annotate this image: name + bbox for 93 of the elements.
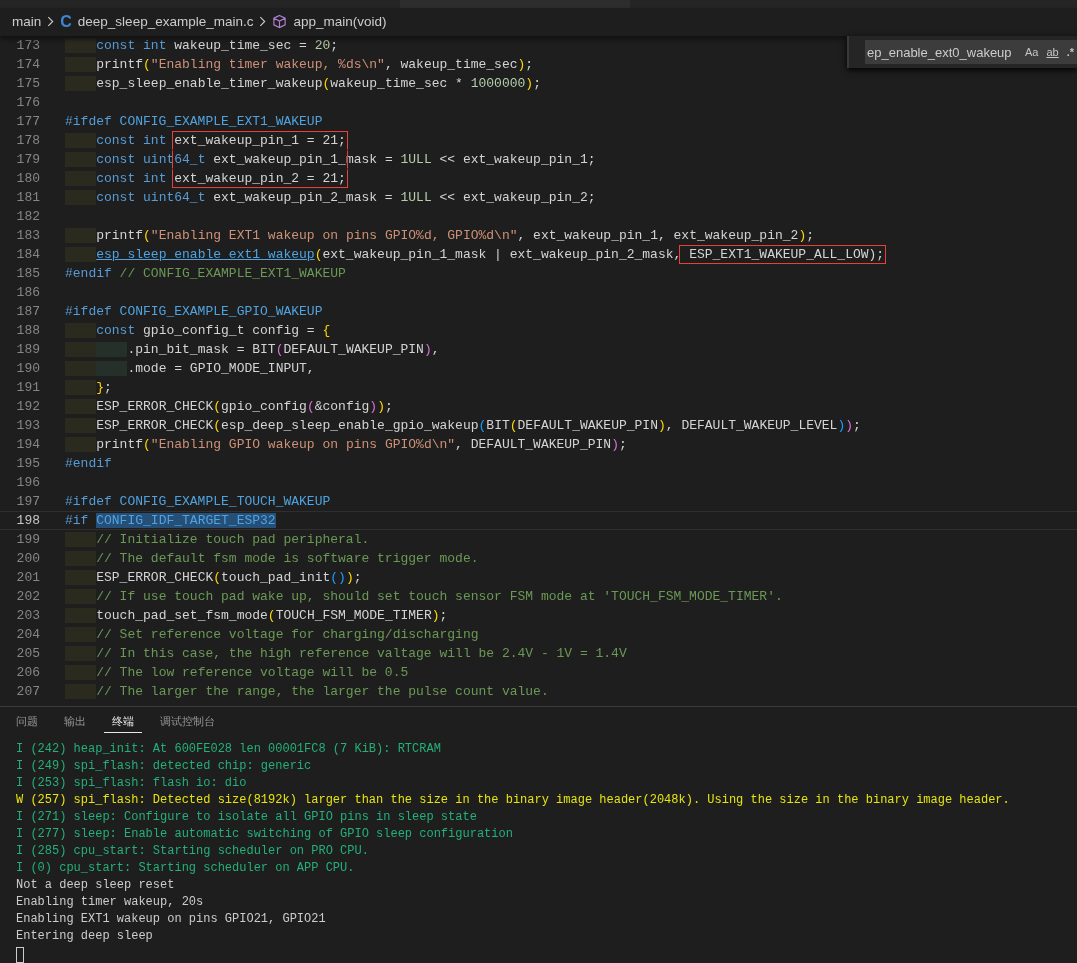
line-number: 201 [15,569,40,587]
line-number: 184 [15,246,40,264]
code-line: #ifdef CONFIG_EXAMPLE_GPIO_WAKEUP [65,304,323,319]
line-number: 185 [15,265,40,283]
line-number: 178 [15,132,40,150]
code-line: // In this case, the high reference valtage will be 2.4V - 1V = 1.4V [65,646,627,661]
code-line: .pin_bit_mask = BIT(DEFAULT_WAKEUP_PIN), [65,342,440,357]
code-line: // If use touch pad wake up, should set touch sensor FSM mode at 'TOUCH_FSM_MODE_TIMER'. [65,589,783,604]
terminal-line: I (277) sleep: Enable automatic switching of GPIO sleep configuration [16,826,513,843]
code-line: ESP_ERROR_CHECK(gpio_config(&config)); [65,399,393,414]
line-number: 204 [15,626,40,644]
terminal-line: I (253) spi_flash: flash io: dio [16,775,247,792]
code-line: const int ext_wakeup_pin_1 = 21; [65,133,346,148]
c-file-icon: C [60,12,72,31]
code-line: #ifdef CONFIG_EXAMPLE_EXT1_WAKEUP [65,114,323,129]
terminal-line: I (285) cpu_start: Starting scheduler on PRO CPU. [16,843,369,860]
terminal-line: I (271) sleep: Configure to isolate all GPIO pins in sleep state [16,809,477,826]
panel-tab[interactable]: 调试控制台 [152,711,223,733]
terminal-cursor [16,947,24,963]
line-number: 196 [15,474,40,492]
line-number: 179 [15,151,40,169]
line-number: 194 [15,436,40,454]
code-line: touch_pad_set_fsm_mode(TOUCH_FSM_MODE_TIMER); [65,608,448,623]
line-number: 177 [15,113,40,131]
terminal-line: I (249) spi_flash: detected chip: generic [16,758,312,775]
search-field[interactable]: ep_enable_ext0_wakeup Aa ab .* [865,40,1077,64]
chevron-icon [259,16,267,28]
line-number: 174 [15,56,40,74]
code-line: esp_sleep_enable_ext1_wakeup(ext_wakeup_pin_1_mask | ext_wakeup_pin_2_mask, ESP_EXT1_WAKEUP_ALL_LOW); [65,247,885,262]
line-number: 205 [15,645,40,663]
code-line: ESP_ERROR_CHECK(esp_deep_sleep_enable_gpio_wakeup(BIT(DEFAULT_WAKEUP_PIN), DEFAULT_WAKEUP_LEVEL)); [65,418,861,433]
search-option-toggle[interactable]: Aa [1021,42,1043,62]
terminal-line: Enabling EXT1 wakeup on pins GPIO21, GPIO21 [16,911,326,928]
line-number: 186 [15,284,40,302]
breadcrumb-item[interactable]: main [12,14,42,30]
line-number: 173 [15,37,40,55]
line-number: 180 [15,170,40,188]
line-number: 197 [15,493,40,511]
code-line: const int ext_wakeup_pin_2 = 21; [65,171,346,186]
terminal-line: Not a deep sleep reset [16,877,175,894]
line-number: 200 [15,550,40,568]
code-line: esp_sleep_enable_timer_wakeup(wakeup_time_sec * 1000000); [65,76,541,91]
code-line: }; [65,380,112,395]
line-number: 181 [15,189,40,207]
code-line: // Initialize touch pad peripheral. [65,532,370,547]
terminal-line: W (257) spi_flash: Detected size(8192k) larger than the size in the binary image header(2048k). Using the size in the binary image header. [16,792,1010,809]
line-number: 203 [15,607,40,625]
line-number: 175 [15,75,40,93]
line-number: 199 [15,531,40,549]
line-number: 176 [15,94,40,112]
line-number: 192 [15,398,40,416]
code-line: #if CONFIG_IDF_TARGET_ESP32 [65,513,276,528]
line-number: 183 [15,227,40,245]
line-number: 206 [15,664,40,682]
line-number: 188 [15,322,40,340]
search-option-toggle[interactable]: .* [1062,42,1077,62]
code-line: printf("Enabling timer wakeup, %ds\n", wakeup_time_sec); [65,57,534,72]
breadcrumb-item[interactable]: deep_sleep_example_main.c [77,14,254,30]
code-line: const gpio_config_t config = { [65,323,331,338]
panel-tab[interactable]: 终端 [104,711,142,733]
line-number: 189 [15,341,40,359]
line-number: 202 [15,588,40,606]
code-line: const uint64_t ext_wakeup_pin_2_mask = 1ULL << ext_wakeup_pin_2; [65,190,596,205]
line-number: 187 [15,303,40,321]
panel-tab[interactable]: 输出 [56,711,94,733]
code-line: .mode = GPIO_MODE_INPUT, [65,361,315,376]
breadcrumb-item[interactable]: app_main(void) [293,14,387,30]
cube-icon [272,14,288,30]
code-line: #endif [65,456,112,471]
code-line: const int wakeup_time_sec = 20; [65,38,339,53]
code-line: // The default fsm mode is software trigger mode. [65,551,479,566]
code-line: printf("Enabling GPIO wakeup on pins GPIO%d\n", DEFAULT_WAKEUP_PIN); [65,437,627,452]
code-line: printf("Enabling EXT1 wakeup on pins GPIO%d, GPIO%d\n", ext_wakeup_pin_1, ext_wakeup_pin_2); [65,228,814,243]
search-option-toggle[interactable]: ab [1042,42,1063,62]
line-number: 191 [15,379,40,397]
terminal-line: I (242) heap_init: At 600FE028 len 00001FC8 (7 KiB): RTCRAM [16,741,441,758]
code-line: // Set reference voltage for charging/discharging [65,627,479,642]
terminal-line: Enabling timer wakeup, 20s [16,894,204,911]
code-line: ESP_ERROR_CHECK(touch_pad_init()); [65,570,362,585]
code-line: #ifdef CONFIG_EXAMPLE_TOUCH_WAKEUP [65,494,331,509]
line-number: 182 [15,208,40,226]
line-number: 195 [15,455,40,473]
code-line: #endif // CONFIG_EXAMPLE_EXT1_WAKEUP [65,266,346,281]
code-line: // The larger the range, the larger the pulse count value. [65,684,549,699]
line-number: 198 [15,512,40,529]
terminal-line: I (0) cpu_start: Starting scheduler on APP CPU. [16,860,355,877]
panel-tab[interactable]: 问题 [8,711,46,733]
line-number: 193 [15,417,40,435]
line-number: 190 [15,360,40,378]
chevron-icon [47,16,55,28]
code-line: // The low reference voltage will be 0.5 [65,665,409,680]
line-number: 207 [15,683,40,701]
terminal-line: Entering deep sleep [16,928,153,945]
